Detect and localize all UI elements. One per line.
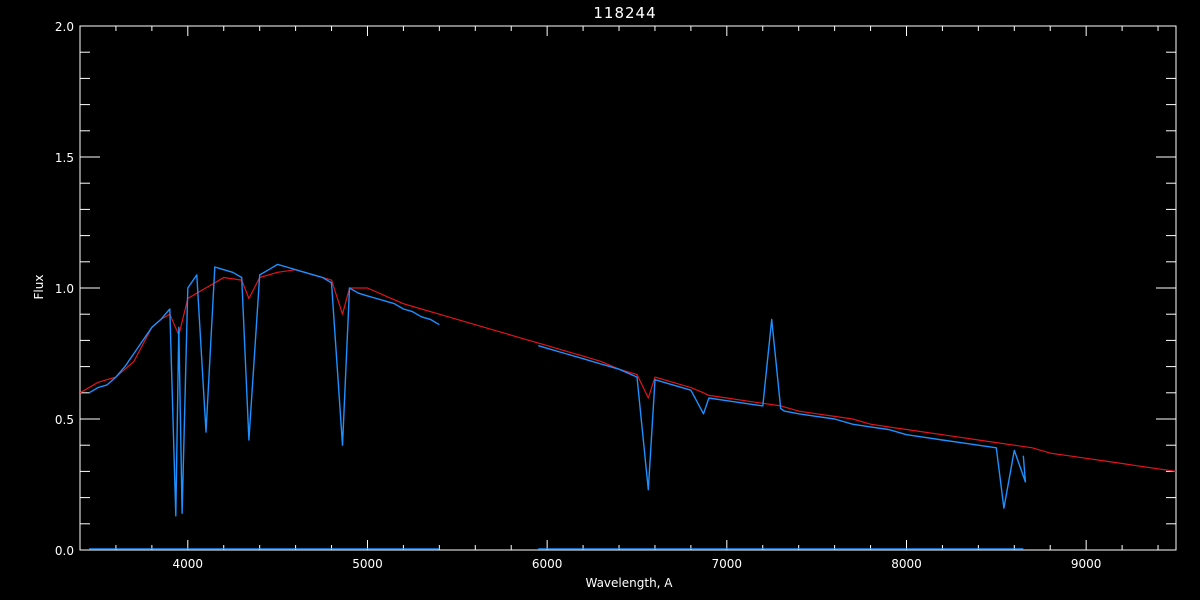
chart-title: 118244 [593,4,656,22]
x-tick-label: 4000 [173,557,204,571]
x-axis-label: Wavelength, A [585,576,673,590]
series-2-line [537,318,1027,509]
y-tick-label: 0.5 [55,413,74,427]
y-axis-label: Flux [32,275,46,300]
spectrum-lines [80,263,1176,550]
y-tick-label: 0.0 [55,544,74,558]
x-tick-label: 8000 [891,557,922,571]
axis-tick-labels: 4000 5000 6000 7000 8000 9000 0.0 0.5 1.0 1.5 2.0 [55,20,1102,571]
y-tick-label: 1.5 [55,151,74,165]
spectrum-chart: 118244 Flux Wavelength, A 4000 5000 6000 70… [32,4,1177,590]
x-tick-label: 9000 [1071,557,1102,571]
series-1-line [88,263,440,517]
x-tick-label: 7000 [712,557,743,571]
y-tick-label: 2.0 [55,20,74,34]
x-tick-label: 6000 [532,557,563,571]
series-0-line [80,269,1176,472]
y-tick-label: 1.0 [55,282,74,296]
x-tick-label: 5000 [352,557,383,571]
